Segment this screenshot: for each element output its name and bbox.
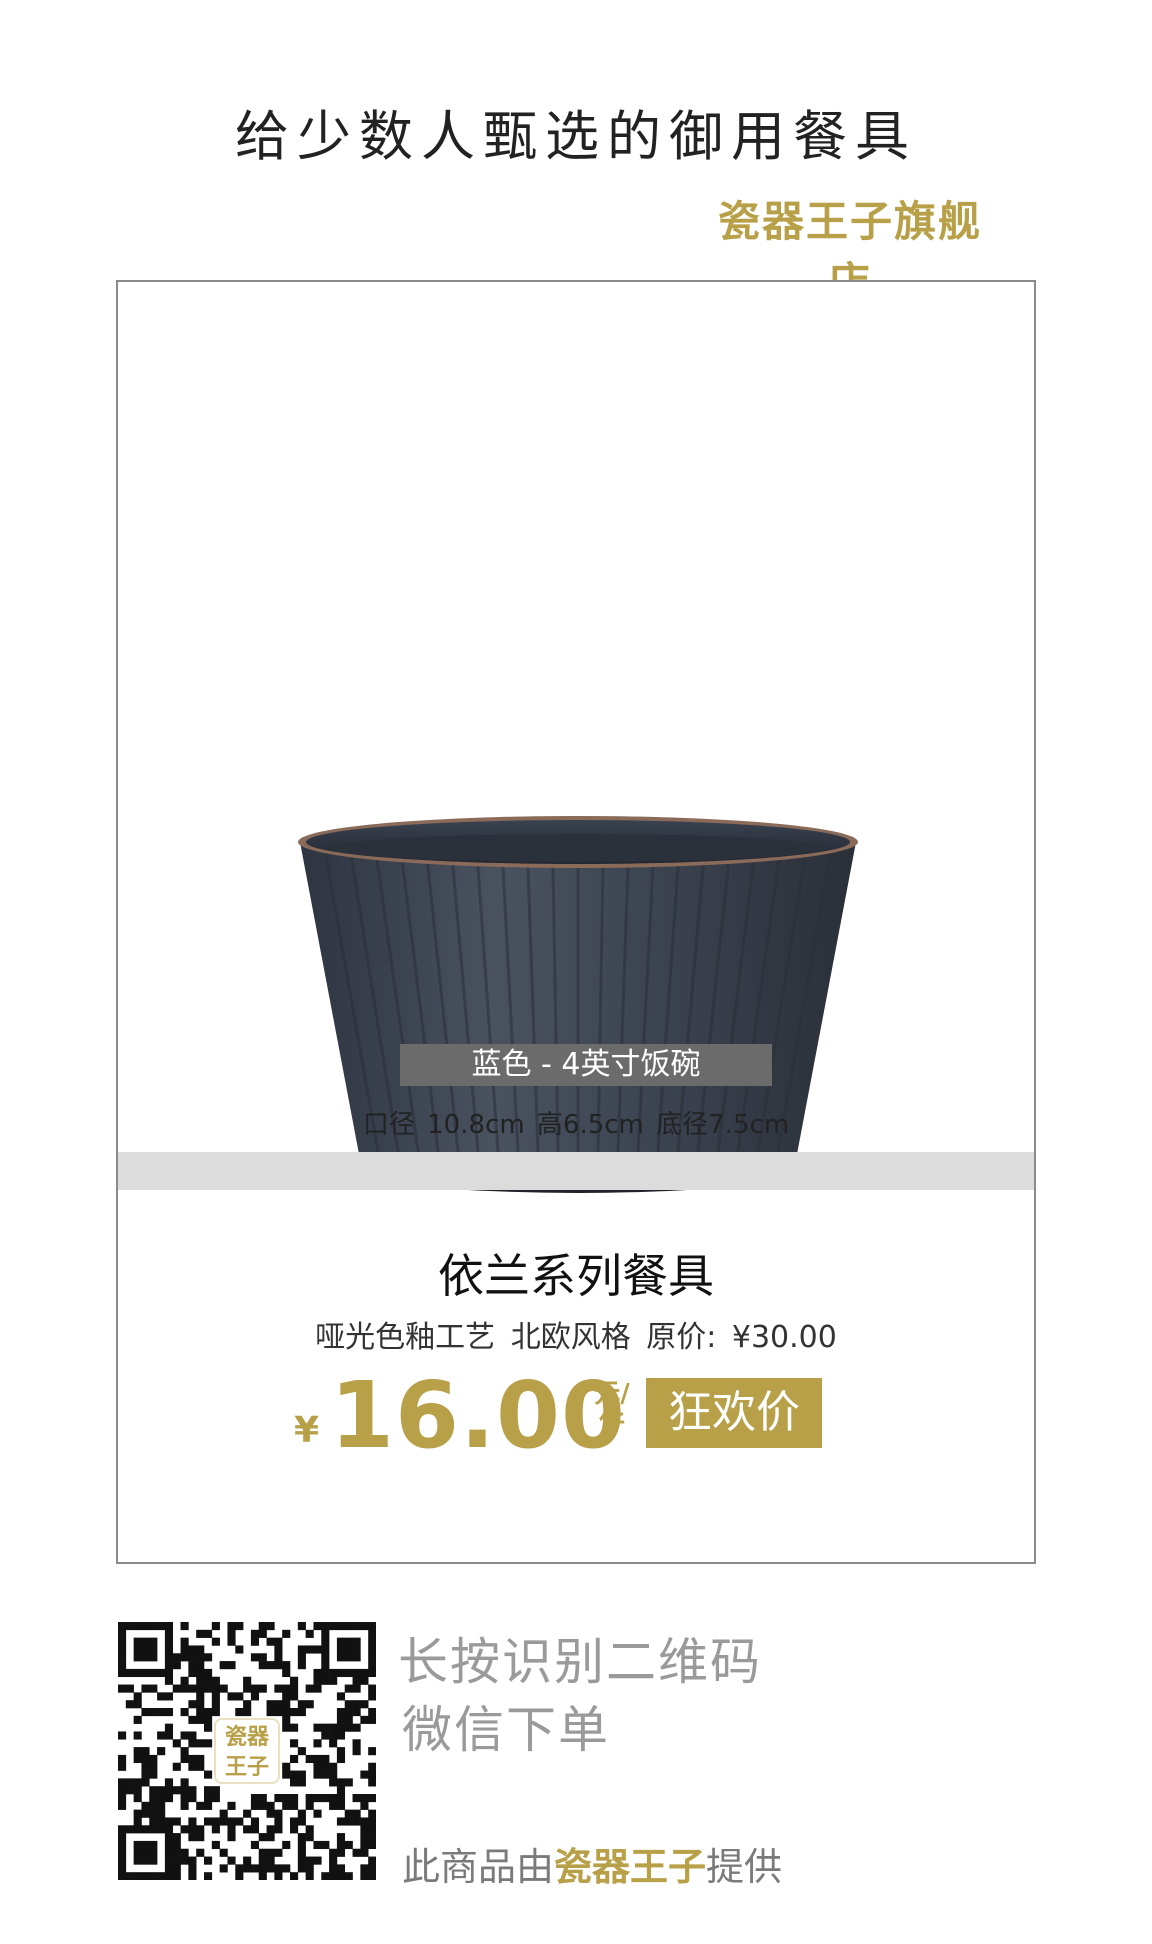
product-title: 依兰系列餐具 bbox=[438, 1249, 714, 1303]
provided-by: 此商品由瓷器王子提供 bbox=[402, 1836, 782, 1891]
qr-logo: 瓷器 王子 bbox=[214, 1718, 280, 1784]
qr-logo-line1: 瓷器 bbox=[224, 1724, 269, 1750]
product-card: 蓝色 - 4英寸饭碗 口径 10.8cm 高6.5cm 底径7.5cm 依兰系列… bbox=[116, 280, 1036, 1564]
order-instruction: 微信下单 bbox=[402, 1701, 610, 1759]
qr-code[interactable]: 瓷器 王子 bbox=[118, 1622, 377, 1881]
page-headline: 给少数人甄选的御用餐具 bbox=[235, 105, 917, 168]
price-amount: 16.00 bbox=[330, 1362, 627, 1469]
price-row: ¥ 16.00 元/件 狂欢价 bbox=[118, 1362, 1034, 1472]
price-unit: 元/件 bbox=[594, 1379, 630, 1437]
provided-suffix: 提供 bbox=[706, 1845, 783, 1889]
promo-badge: 狂欢价 bbox=[646, 1378, 822, 1448]
qr-logo-line2: 王子 bbox=[224, 1754, 269, 1780]
price-currency: ¥ bbox=[294, 1410, 320, 1451]
provided-prefix: 此商品由 bbox=[402, 1845, 555, 1889]
scan-instruction: 长按识别二维码 bbox=[398, 1633, 762, 1691]
provided-brand: 瓷器王子 bbox=[554, 1844, 707, 1889]
divider-band bbox=[118, 1152, 1034, 1190]
product-description: 哑光色釉工艺 北欧风格 原价: ¥30.00 bbox=[315, 1320, 837, 1355]
product-dimensions: 口径 10.8cm 高6.5cm 底径7.5cm bbox=[362, 1110, 790, 1140]
variant-label: 蓝色 - 4英寸饭碗 bbox=[400, 1044, 772, 1086]
